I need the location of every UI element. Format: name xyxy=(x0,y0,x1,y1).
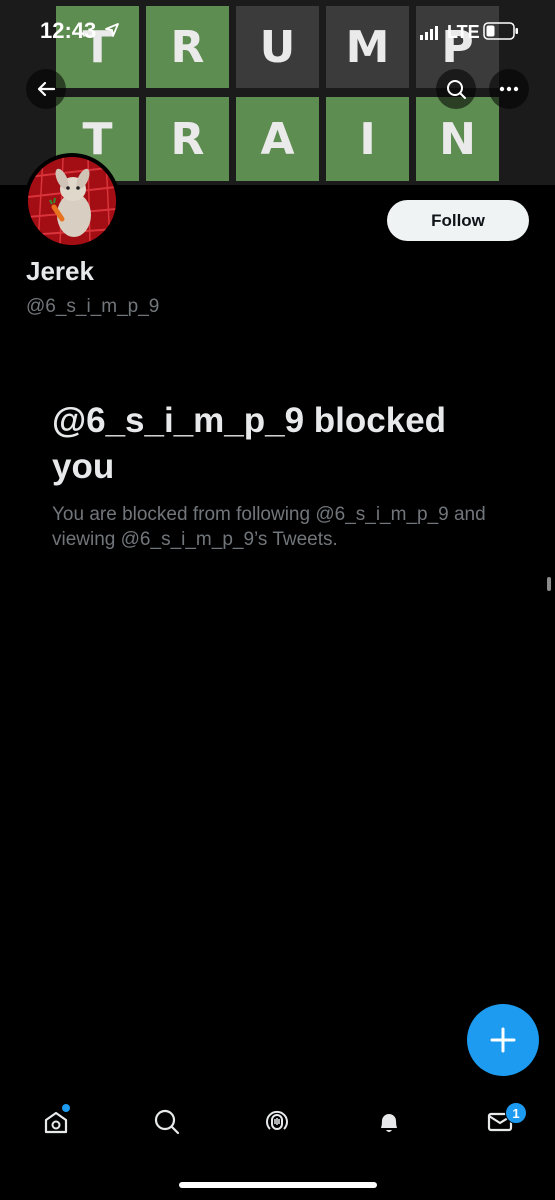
status-bar: 12:43 LTE xyxy=(0,0,555,62)
back-button[interactable] xyxy=(26,69,66,109)
tab-home[interactable] xyxy=(34,1100,78,1144)
search-icon xyxy=(447,80,466,99)
battery-icon xyxy=(483,22,518,40)
tab-notifications[interactable] xyxy=(367,1100,411,1144)
search-icon xyxy=(154,1109,180,1135)
status-time: 12:43 xyxy=(40,18,97,43)
plus-icon xyxy=(490,1027,516,1053)
avatar[interactable] xyxy=(24,153,120,249)
banner-tile: R xyxy=(146,97,229,181)
location-arrow-icon xyxy=(105,23,119,37)
more-icon xyxy=(499,86,519,92)
home-notification-dot xyxy=(62,1104,70,1112)
scroll-indicator[interactable] xyxy=(547,577,551,591)
banner-tile: A xyxy=(236,97,319,181)
avatar-image xyxy=(28,157,116,245)
bell-icon xyxy=(381,1114,397,1132)
home-indicator[interactable] xyxy=(179,1182,377,1188)
compose-tweet-button[interactable] xyxy=(467,1004,539,1076)
bottom-tab-bar: 1 xyxy=(0,1090,555,1160)
blocked-description: You are blocked from following @6_s_i_m_… xyxy=(52,504,486,550)
user-handle: @6_s_i_m_p_9 xyxy=(26,296,160,317)
follow-button[interactable]: Follow xyxy=(387,200,529,241)
banner-tile: I xyxy=(326,97,409,181)
tab-spaces[interactable] xyxy=(255,1100,299,1144)
display-name: Jerek xyxy=(26,256,94,286)
carrier-label: LTE xyxy=(447,22,480,42)
tab-messages[interactable]: 1 xyxy=(478,1100,527,1144)
home-icon xyxy=(44,1111,68,1134)
banner-tile: N xyxy=(416,97,499,181)
spaces-icon xyxy=(266,1110,288,1130)
messages-badge: 1 xyxy=(505,1102,527,1124)
search-button[interactable] xyxy=(436,69,476,109)
blocked-title: @6_s_i_m_p_9 blocked you xyxy=(52,401,447,486)
tab-search[interactable] xyxy=(145,1100,189,1144)
more-button[interactable] xyxy=(489,69,529,109)
back-arrow-icon xyxy=(37,81,56,97)
signal-bars-icon xyxy=(420,26,438,40)
